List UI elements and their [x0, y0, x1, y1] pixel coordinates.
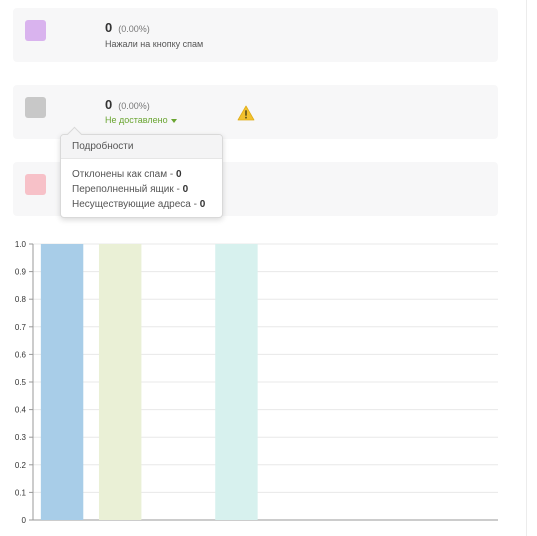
popover-row-label: Отклонены как спам -: [72, 169, 176, 180]
popover-row-label: Несуществующие адреса -: [72, 199, 200, 210]
undelivered-count: 0: [105, 97, 113, 112]
y-tick-label: 0.6: [15, 350, 27, 359]
y-tick-label: 0.4: [15, 406, 27, 415]
popover-row-nonexistent: Несуществующие адреса - 0: [72, 197, 205, 212]
spam-count: 0: [105, 20, 113, 35]
popover-row-full-mailbox: Переполненный ящик - 0: [72, 182, 205, 197]
spam-label: Нажали на кнопку спам: [105, 39, 204, 49]
y-tick-label: 0: [22, 516, 27, 525]
chart-bar: [40, 244, 84, 520]
bar-chart: 1.0 0.9 0.8 0.7 0.6 0.5 0.4 0.3 0.2 0.1 0: [15, 240, 498, 525]
popover-row-value: 0: [175, 169, 182, 180]
y-tick-label: 0.1: [15, 488, 27, 497]
details-popover: Подробности Отклонены как спам - 0 Переп…: [60, 126, 223, 218]
y-tick-label: 0.2: [15, 461, 27, 470]
undelivered-card: 0 (0.00%) Не доставлено: [13, 85, 498, 139]
panel-divider: [526, 0, 527, 536]
popover-row-rejected: Отклонены как спам - 0: [72, 167, 205, 182]
undelivered-dropdown-label[interactable]: Не доставлено: [105, 115, 168, 125]
chart-bar: [98, 244, 142, 520]
popover-title: Подробности: [61, 135, 222, 159]
undelivered-color-swatch: [25, 97, 46, 118]
y-tick-label: 1.0: [15, 240, 27, 249]
third-color-swatch: [25, 174, 46, 195]
popover-row-value: 0: [182, 184, 189, 195]
y-tick-label: 0.3: [15, 433, 27, 442]
y-tick-label: 0.7: [15, 323, 27, 332]
warning-triangle-icon: [237, 105, 255, 121]
y-tick-label: 0.9: [15, 268, 27, 277]
undelivered-percent: (0.00%): [118, 101, 150, 111]
undelivered-dropdown[interactable]: Не доставлено: [105, 115, 177, 125]
chevron-down-icon[interactable]: [170, 118, 177, 123]
undelivered-count-line: 0 (0.00%): [105, 96, 150, 114]
spam-complaints-card: 0 (0.00%) Нажали на кнопку спам: [13, 8, 498, 62]
y-tick-label: 0.5: [15, 378, 27, 387]
y-tick-label: 0.8: [15, 295, 27, 304]
spam-percent: (0.00%): [118, 24, 150, 34]
popover-row-label: Переполненный ящик -: [72, 184, 183, 195]
spam-color-swatch: [25, 20, 46, 41]
chart-bar: [215, 244, 258, 520]
spam-count-line: 0 (0.00%): [105, 19, 150, 37]
popover-row-value: 0: [199, 199, 206, 210]
dashboard-page: 0 (0.00%) Нажали на кнопку спам 0 (0.00%) …: [0, 0, 537, 536]
popover-body: Отклонены как спам - 0 Переполненный ящи…: [72, 167, 205, 212]
